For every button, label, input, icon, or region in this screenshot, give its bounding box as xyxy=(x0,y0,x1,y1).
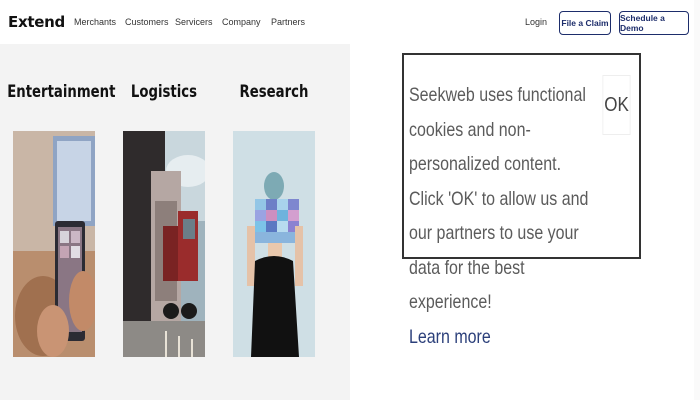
nav-company[interactable]: Company xyxy=(222,17,261,27)
nav-servicers[interactable]: Servicers xyxy=(175,17,213,27)
nav-merchants[interactable]: Merchants xyxy=(74,17,116,27)
category-title-entertainment: Entertainment xyxy=(7,82,116,102)
cookie-banner: Seekweb uses functional cookies and non-… xyxy=(409,78,589,354)
site-header: Extend Merchants Customers Servicers Com… xyxy=(0,0,700,44)
cookie-message: Seekweb uses functional cookies and non-… xyxy=(409,84,589,313)
learn-more-link[interactable]: Learn more xyxy=(409,320,589,355)
entertainment-image[interactable] xyxy=(13,131,95,357)
file-claim-button[interactable]: File a Claim xyxy=(559,11,611,35)
nav-partners[interactable]: Partners xyxy=(271,17,305,27)
research-image[interactable] xyxy=(233,131,315,357)
schedule-demo-button[interactable]: Schedule a Demo xyxy=(619,11,689,35)
logo[interactable]: Extend xyxy=(8,13,65,31)
scrollbar[interactable] xyxy=(694,0,700,400)
login-link[interactable]: Login xyxy=(525,17,547,27)
category-title-logistics: Logistics xyxy=(130,82,198,102)
cookie-ok-button[interactable]: OK xyxy=(602,75,631,135)
nav-customers[interactable]: Customers xyxy=(125,17,169,27)
category-title-research: Research xyxy=(239,82,309,102)
logistics-image[interactable] xyxy=(123,131,205,357)
